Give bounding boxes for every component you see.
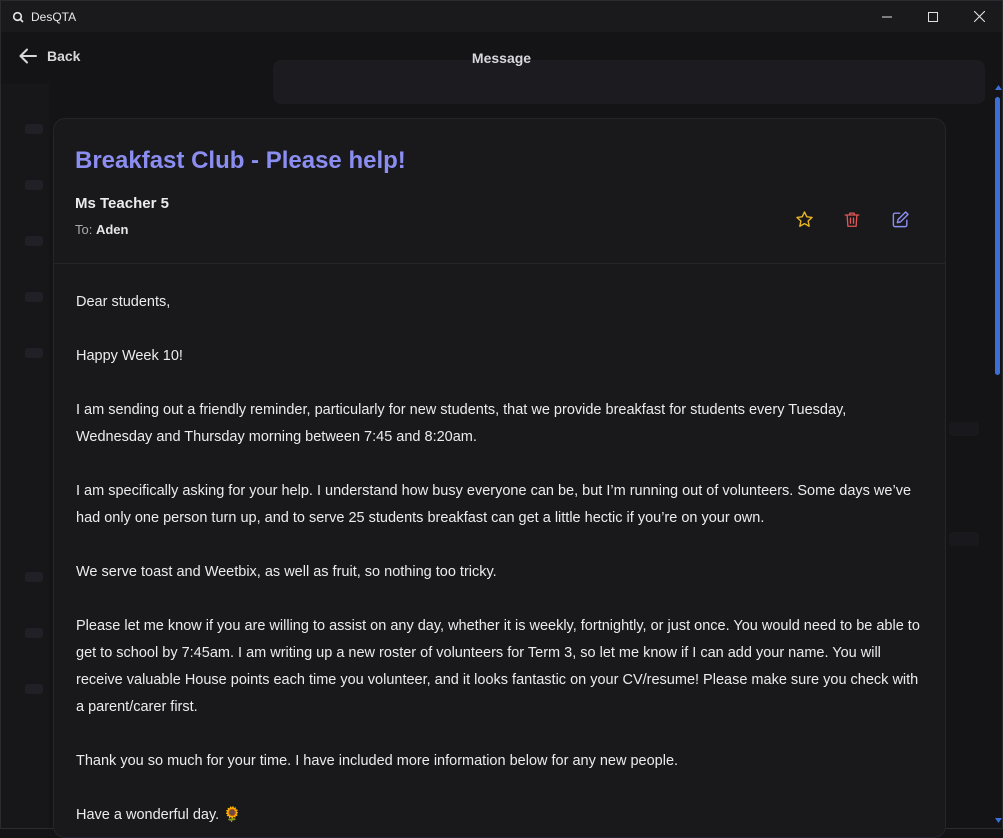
- message-sender: Ms Teacher 5: [75, 195, 169, 212]
- background-panel-item: [949, 532, 979, 546]
- message-paragraph: I am sending out a friendly reminder, pa…: [76, 402, 847, 445]
- edit-button[interactable]: [890, 209, 910, 229]
- maximize-button[interactable]: [910, 1, 956, 32]
- message-actions: [794, 209, 910, 229]
- scrollbar-thumb[interactable]: [995, 97, 1000, 375]
- background-panel-item: [949, 422, 979, 436]
- minimize-icon: [882, 16, 892, 17]
- message-paragraph: We serve toast and Weetbix, as well as f…: [76, 564, 497, 580]
- background-sidebar-item: [25, 572, 43, 582]
- window-title: DesQTA: [31, 9, 77, 24]
- window-controls: [864, 1, 1002, 32]
- message-paragraph: Please let me know if you are willing to…: [76, 618, 920, 715]
- app-window: DesQTA Back Message Breakfast Club - Ple…: [0, 0, 1003, 838]
- star-icon: [795, 210, 813, 227]
- message-body: Dear students, Happy Week 10! I am sendi…: [76, 289, 926, 837]
- title-bar: DesQTA: [1, 1, 1002, 32]
- background-sidebar-item: [25, 236, 43, 246]
- minimize-button[interactable]: [864, 1, 910, 32]
- close-icon: [973, 11, 985, 22]
- close-button[interactable]: [956, 1, 1002, 32]
- message-paragraph: Dear students,: [76, 294, 171, 310]
- message-paragraph: Happy Week 10!: [76, 348, 183, 364]
- star-button[interactable]: [794, 209, 814, 229]
- message-subject: Breakfast Club - Please help!: [75, 147, 406, 174]
- recipient-prefix: To:: [75, 222, 93, 237]
- message-card: Breakfast Club - Please help! Ms Teacher…: [53, 118, 946, 838]
- recipient-name: Aden: [95, 222, 129, 237]
- scroll-up-arrow-icon[interactable]: [994, 85, 1002, 93]
- message-card-header: Breakfast Club - Please help! Ms Teacher…: [54, 119, 945, 264]
- background-sidebar-item: [25, 684, 43, 694]
- background-sidebar-item: [25, 124, 43, 134]
- background-sidebar: [1, 84, 49, 828]
- background-sidebar-item: [25, 292, 43, 302]
- message-paragraph: Thank you so much for your time. I have …: [76, 753, 679, 769]
- message-paragraph: I am specifically asking for your help. …: [76, 483, 912, 526]
- app-logo-icon: [11, 10, 25, 24]
- trash-icon: [844, 211, 860, 227]
- background-sidebar-item: [25, 348, 43, 358]
- scroll-down-arrow-icon[interactable]: [994, 818, 1002, 826]
- message-recipient: To: Aden: [75, 222, 128, 237]
- message-paragraph: Have a wonderful day. 🌻: [76, 807, 242, 823]
- message-header-bar: Back Message: [1, 32, 1002, 84]
- page-title: Message: [471, 50, 532, 66]
- background-sidebar-item: [25, 628, 43, 638]
- delete-button[interactable]: [842, 209, 862, 229]
- background-sidebar-item: [25, 180, 43, 190]
- vertical-scrollbar[interactable]: [994, 85, 1002, 828]
- edit-icon: [892, 210, 909, 227]
- maximize-icon: [928, 11, 938, 22]
